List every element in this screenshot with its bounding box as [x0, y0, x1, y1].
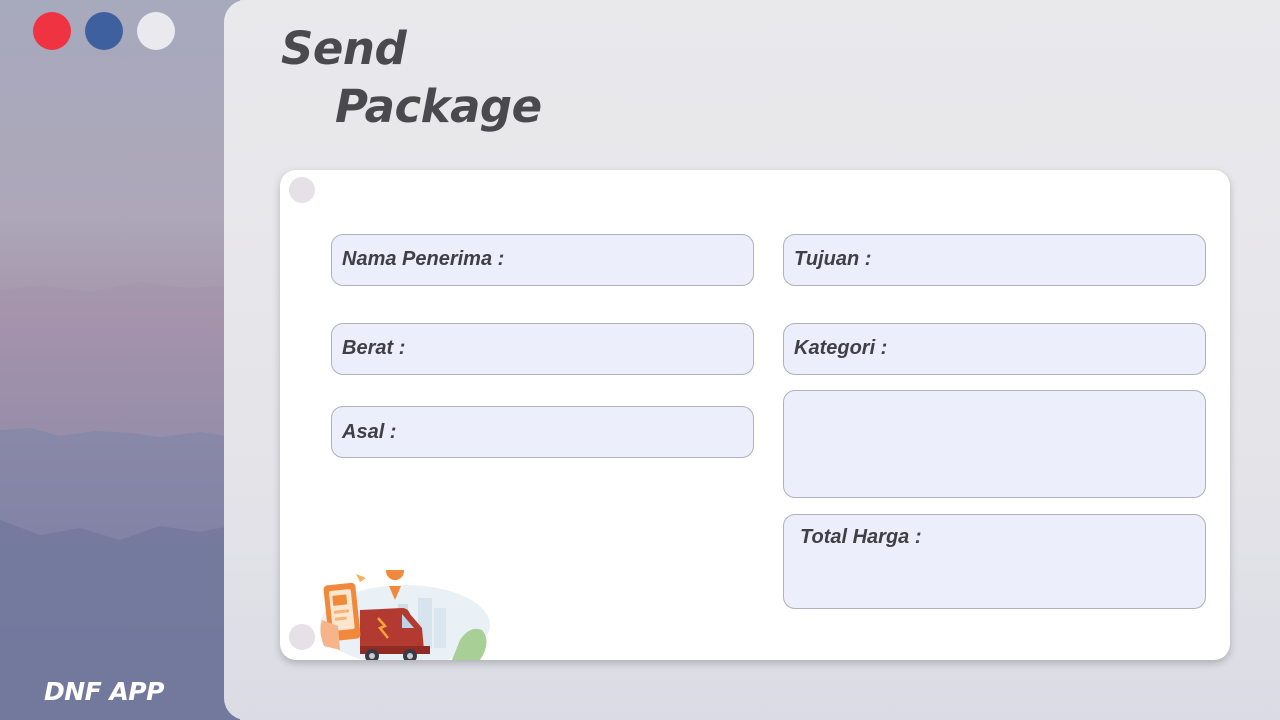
asal-label: Asal : [342, 421, 397, 443]
mountain-background [0, 282, 240, 720]
kategori-label: Kategori : [794, 337, 888, 359]
tujuan-label: Tujuan : [794, 248, 872, 270]
tujuan-field[interactable]: Tujuan : [783, 234, 1206, 286]
sidebar: DNF APP [0, 0, 240, 720]
send-package-form: Nama Penerima : Tujuan : Berat : Kategor… [280, 170, 1230, 660]
nama-penerima-field[interactable]: Nama Penerima : [331, 234, 754, 286]
total-harga-field[interactable]: Total Harga : [783, 514, 1206, 609]
minimize-window-button[interactable] [85, 12, 123, 50]
kategori-field[interactable]: Kategori : [783, 323, 1206, 375]
page-title-line-1: Send [281, 22, 407, 75]
nama-penerima-label: Nama Penerima : [342, 248, 505, 270]
card-hole-top [289, 177, 315, 203]
maximize-window-button[interactable] [137, 12, 175, 50]
berat-field[interactable]: Berat : [331, 323, 754, 375]
brand-logo: DNF APP [44, 677, 164, 706]
kategori-options-box[interactable] [783, 390, 1206, 498]
asal-field[interactable]: Asal : [331, 406, 754, 458]
page-title-line-2: Package [335, 80, 542, 133]
berat-label: Berat : [342, 337, 406, 359]
close-window-button[interactable] [33, 12, 71, 50]
total-harga-label: Total Harga : [800, 526, 922, 548]
delivery-van-illustration [320, 570, 490, 660]
